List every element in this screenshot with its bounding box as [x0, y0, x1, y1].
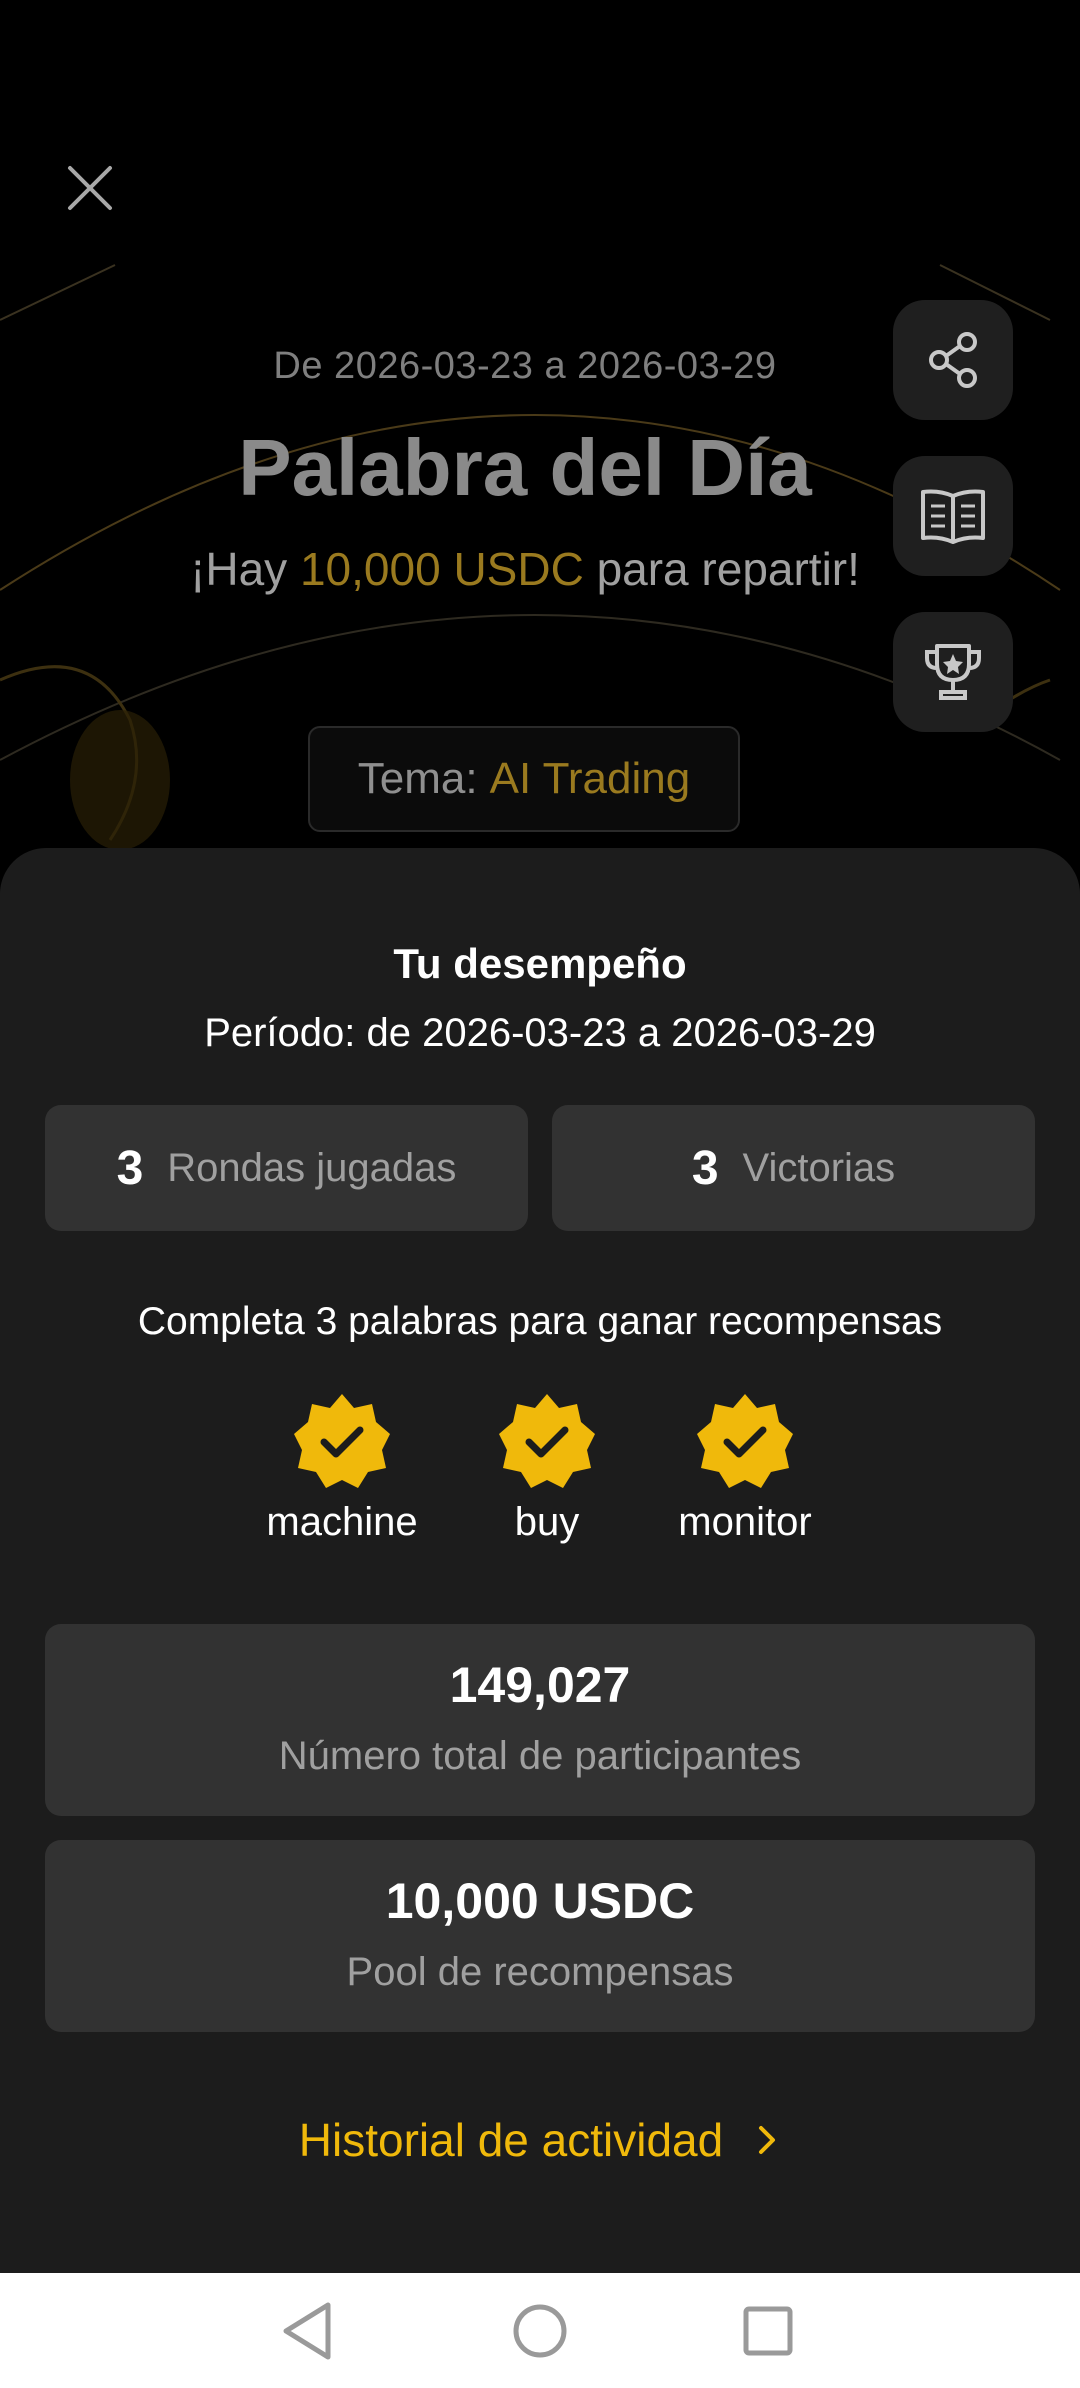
- performance-period: Período: de 2026-03-23 a 2026-03-29: [204, 1011, 876, 1055]
- wins-card: 3 Victorias: [552, 1105, 1035, 1231]
- chevron-right-icon: [759, 2126, 776, 2154]
- word-item-1: machine: [242, 1390, 442, 1545]
- back-nav-icon[interactable]: [270, 2293, 346, 2369]
- system-nav-bar: [0, 2273, 1080, 2388]
- share-icon: [929, 332, 977, 388]
- hero-section: De 2026-03-23 a 2026-03-29 Palabra del D…: [0, 0, 1080, 860]
- subtitle-amount: 10,000 USDC: [299, 543, 584, 595]
- pool-value: 10,000 USDC: [385, 1873, 695, 1929]
- reward-pool-card: 10,000 USDC Pool de recompensas: [45, 1840, 1035, 2032]
- rules-book-icon: [921, 489, 985, 544]
- complete-words-text: Completa 3 palabras para ganar recompens…: [137, 1300, 943, 1343]
- word-label: monitor: [678, 1500, 812, 1544]
- rounds-label: Rondas jugadas: [167, 1145, 457, 1190]
- word-label: machine: [266, 1500, 418, 1544]
- participants-card: 149,027 Número total de participantes: [45, 1624, 1035, 1816]
- verified-check-icon: [697, 1394, 793, 1488]
- theme-badge: Tema: AI Trading: [308, 726, 740, 832]
- theme-value: AI Trading: [489, 754, 691, 803]
- performance-sheet: Tu desempeño Período: de 2026-03-23 a 20…: [0, 848, 1080, 2273]
- word-item-2: buy: [447, 1390, 647, 1545]
- share-button[interactable]: [893, 300, 1013, 420]
- pool-label: Pool de recompensas: [346, 1950, 734, 1994]
- activity-history-link[interactable]: Historial de actividad: [0, 2113, 1080, 2167]
- prize-subtitle: ¡Hay 10,000 USDC para repartir!: [0, 542, 1050, 596]
- participants-value: 149,027: [449, 1657, 631, 1713]
- word-item-3: monitor: [645, 1390, 845, 1545]
- word-label: buy: [514, 1500, 580, 1544]
- rules-button[interactable]: [893, 456, 1013, 576]
- theme-label: Tema:: [357, 754, 478, 803]
- subtitle-pre: ¡Hay: [190, 543, 300, 595]
- activity-history-label: Historial de actividad: [298, 2114, 724, 2166]
- recents-nav-icon[interactable]: [730, 2293, 806, 2369]
- trophy-icon: [925, 644, 981, 700]
- home-nav-icon[interactable]: [502, 2293, 578, 2369]
- close-icon[interactable]: [62, 160, 118, 216]
- verified-check-icon: [499, 1394, 595, 1488]
- wins-count: 3: [691, 1141, 719, 1195]
- rounds-played-card: 3 Rondas jugadas: [45, 1105, 528, 1231]
- participants-label: Número total de participantes: [278, 1734, 802, 1778]
- verified-check-icon: [294, 1394, 390, 1488]
- leaderboard-button[interactable]: [893, 612, 1013, 732]
- performance-title: Tu desempeño: [393, 940, 687, 987]
- rounds-count: 3: [116, 1141, 144, 1195]
- subtitle-post: para repartir!: [583, 543, 860, 595]
- wins-label: Victorias: [742, 1145, 896, 1190]
